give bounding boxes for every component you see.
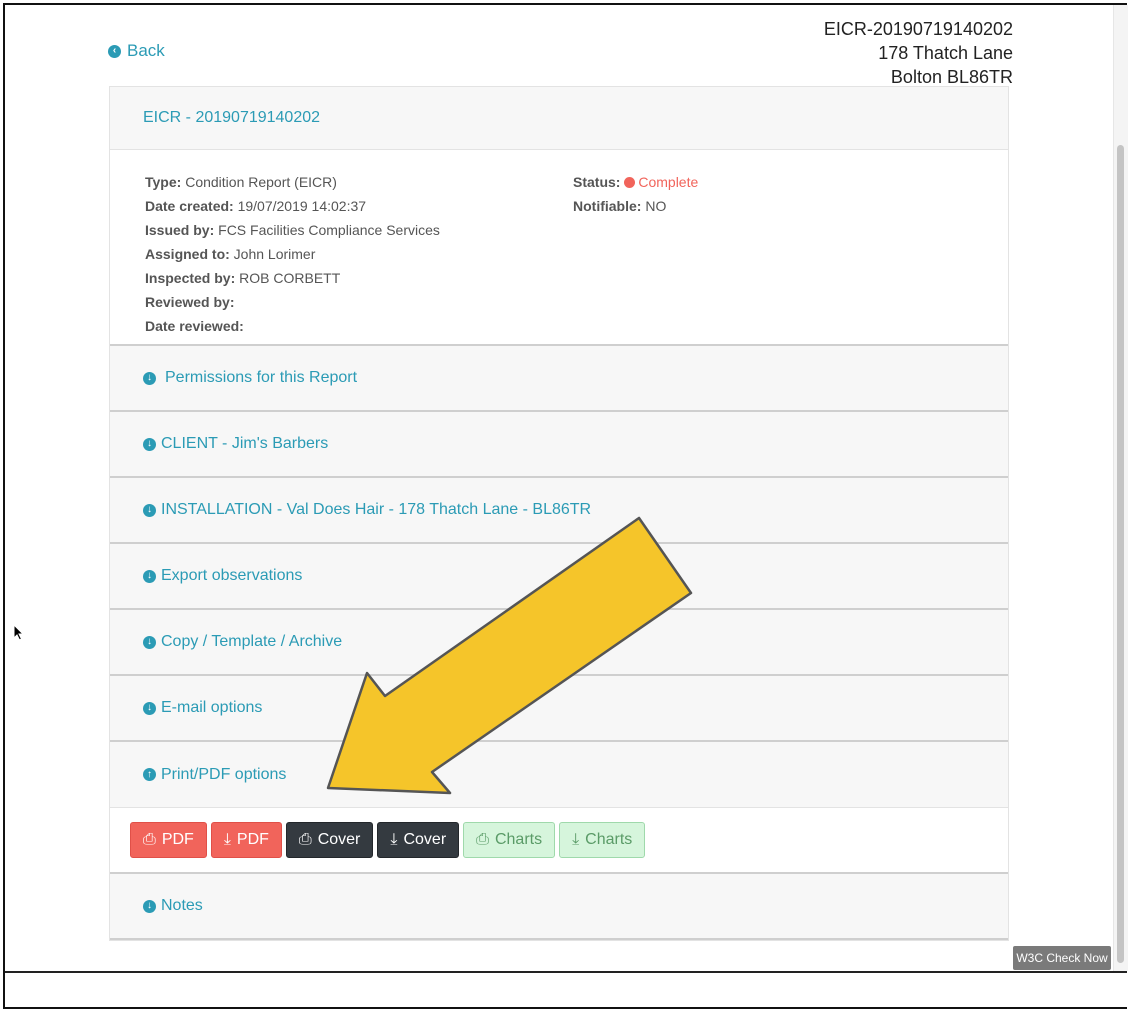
chevron-up-icon: ↑	[143, 768, 156, 781]
chevron-down-icon: ↓	[143, 569, 156, 583]
section-permissions[interactable]: ↓ Permissions for this Report	[110, 346, 1008, 412]
details-left: Type: Condition Report (EICR) Date creat…	[145, 170, 573, 344]
print-buttons: ⎙ PDF ⤓ PDF ⎙ Cover ⤓ Cover ⎙ Charts ⤓ C…	[110, 808, 1008, 874]
detail-assigned-to: Assigned to: John Lorimer	[145, 246, 316, 262]
download-icon: ⤓	[223, 831, 231, 848]
download-cover-button[interactable]: ⤓ Cover	[377, 822, 460, 858]
mouse-cursor-icon	[13, 624, 25, 641]
report-details: Type: Condition Report (EICR) Date creat…	[110, 150, 1008, 346]
section-copy-template-archive[interactable]: ↓ Copy / Template / Archive	[110, 610, 1008, 676]
section-print-pdf-options[interactable]: ↑ Print/PDF options	[110, 742, 1008, 808]
report-title: EICR - 20190719140202	[143, 109, 321, 126]
detail-issued-by: Issued by: FCS Facilities Compliance Ser…	[145, 222, 440, 238]
page-viewport: ‹ Back EICR-20190719140202 178 Thatch La…	[5, 5, 1113, 971]
report-address: EICR-20190719140202 178 Thatch Lane Bolt…	[824, 17, 1013, 89]
print-charts-button[interactable]: ⎙ Charts	[463, 822, 556, 858]
detail-notifiable: Notifiable: NO	[573, 198, 667, 214]
chevron-down-icon: ↓	[143, 701, 156, 715]
window-bottom-strip	[5, 971, 1127, 1007]
back-link[interactable]: ‹ Back	[108, 41, 165, 61]
vertical-scrollbar[interactable]	[1113, 5, 1128, 971]
chevron-down-icon: ↓	[143, 899, 156, 913]
detail-type: Type: Condition Report (EICR)	[145, 174, 337, 190]
download-icon: ⤓	[572, 831, 580, 848]
detail-date-created: Date created: 19/07/2019 14:02:37	[145, 198, 367, 214]
report-title-header: EICR - 20190719140202	[110, 87, 1008, 150]
section-installation[interactable]: ↓ INSTALLATION - Val Does Hair - 178 Tha…	[110, 478, 1008, 544]
details-right: Status: Complete Notifiable: NO	[573, 170, 698, 344]
detail-reviewed-by: Reviewed by:	[145, 294, 235, 310]
detail-date-reviewed: Date reviewed:	[145, 318, 244, 334]
report-panel: EICR - 20190719140202 Type: Condition Re…	[109, 86, 1009, 941]
chevron-down-icon: ↓	[143, 437, 156, 451]
status-value: Complete	[638, 174, 699, 190]
section-export-observations[interactable]: ↓ Export observations	[110, 544, 1008, 610]
chevron-down-icon: ↓	[143, 371, 156, 385]
section-client[interactable]: ↓ CLIENT - Jim's Barbers	[110, 412, 1008, 478]
scrollbar-thumb[interactable]	[1117, 145, 1124, 963]
section-email-options[interactable]: ↓ E-mail options	[110, 676, 1008, 742]
chevron-down-icon: ↓	[143, 635, 156, 649]
print-icon: ⎙	[476, 831, 489, 848]
chevron-left-icon: ‹	[108, 44, 121, 58]
print-icon: ⎙	[143, 831, 156, 848]
report-reference: EICR-20190719140202	[823, 19, 1013, 39]
print-cover-button[interactable]: ⎙ Cover	[285, 822, 374, 858]
section-notes[interactable]: ↓ Notes	[110, 874, 1008, 940]
detail-inspected-by: Inspected by: ROB CORBETT	[145, 270, 341, 286]
print-pdf-button[interactable]: ⎙ PDF	[130, 822, 207, 858]
w3c-check-button[interactable]: W3C Check Now	[1013, 946, 1111, 970]
status-dot-icon	[624, 177, 636, 188]
download-icon: ⤓	[390, 831, 398, 848]
download-charts-button[interactable]: ⤓ Charts	[559, 822, 646, 858]
download-pdf-button[interactable]: ⤓ PDF	[210, 822, 282, 858]
back-label: Back	[127, 41, 165, 60]
detail-status: Status: Complete	[573, 174, 699, 190]
address-street: 178 Thatch Lane	[878, 43, 1013, 63]
print-icon: ⎙	[298, 831, 312, 848]
chevron-down-icon: ↓	[143, 503, 156, 517]
